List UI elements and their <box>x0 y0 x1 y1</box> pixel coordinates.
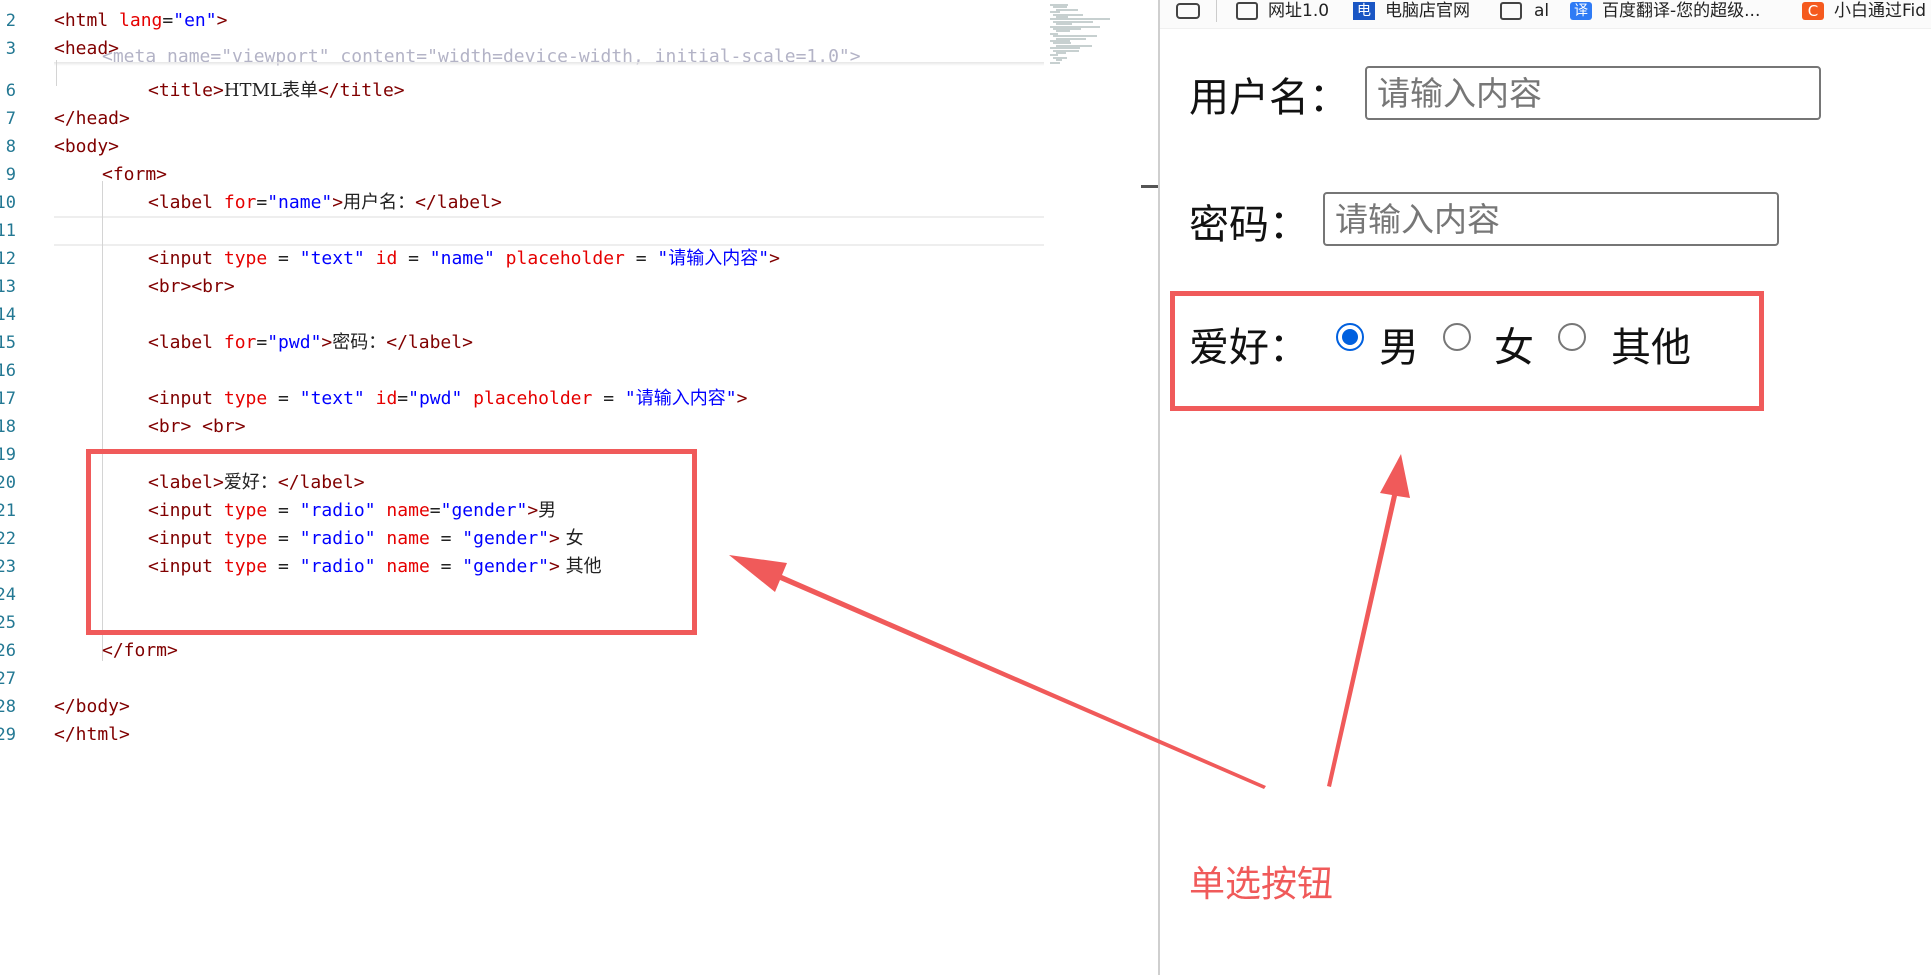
arrow-to-code <box>729 555 1266 789</box>
arrow-to-radios <box>1327 454 1410 787</box>
annotation-arrows <box>729 454 1410 789</box>
